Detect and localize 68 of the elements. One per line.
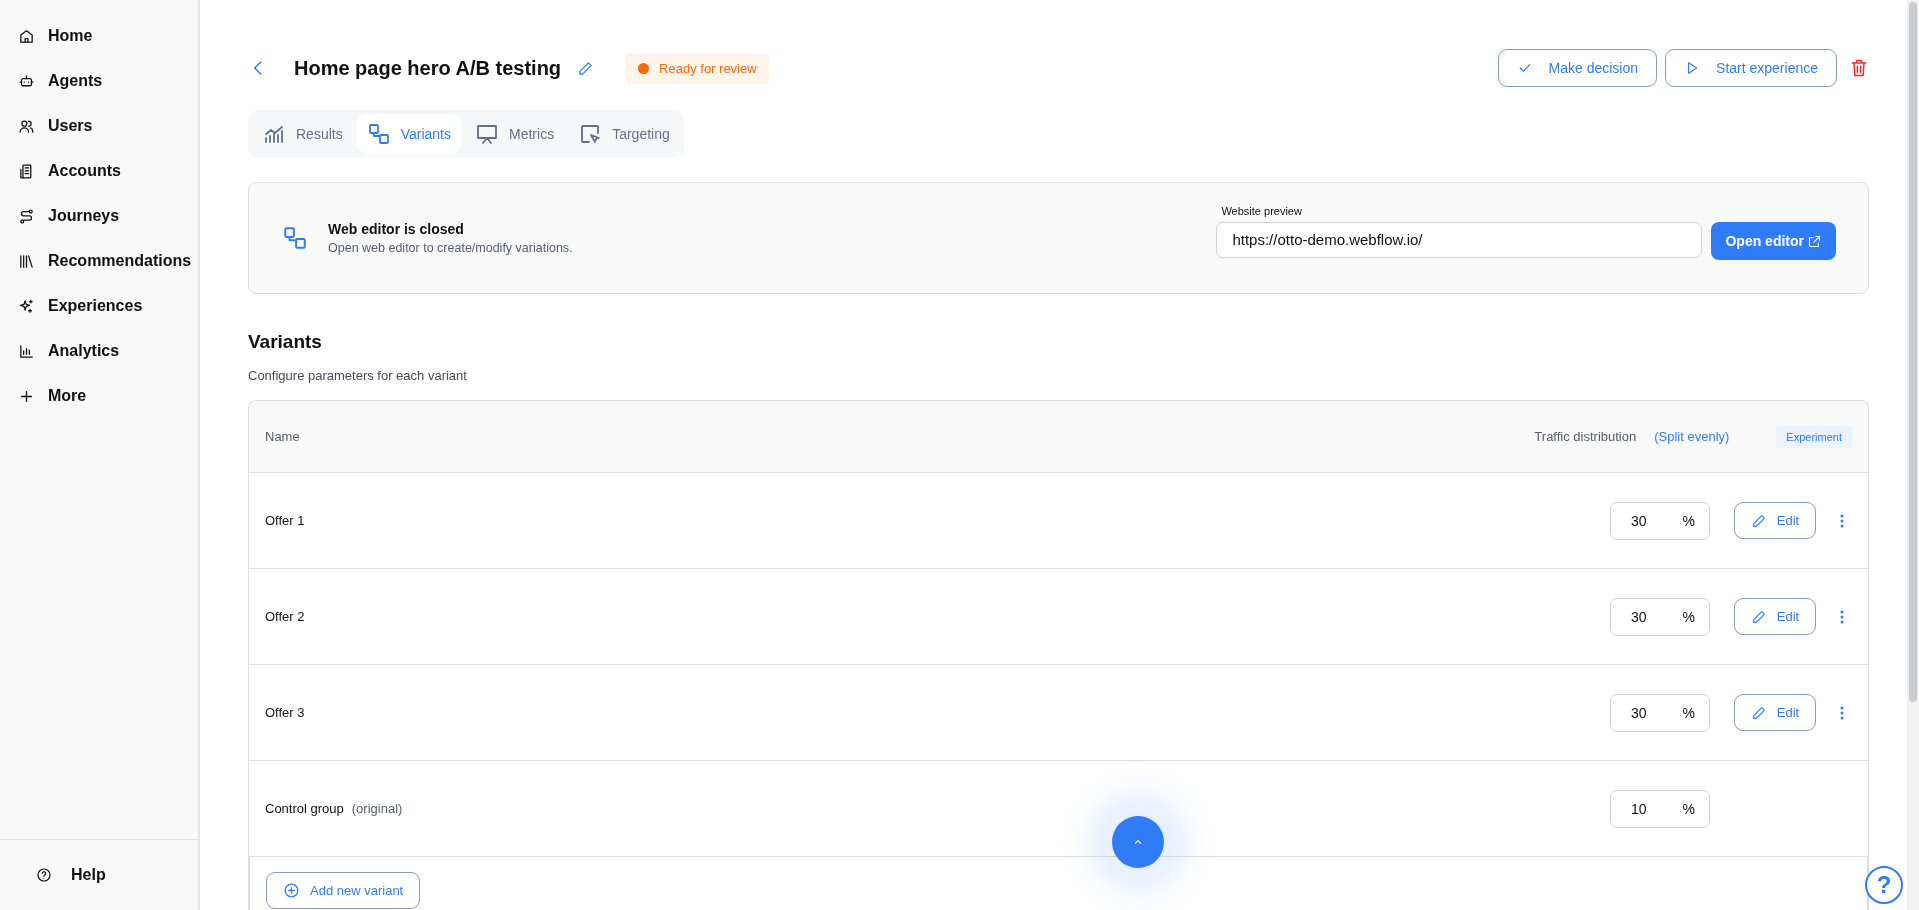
house-icon — [18, 27, 35, 45]
percent-field[interactable]: 30 % — [1610, 501, 1710, 540]
bar-chart-icon — [18, 342, 35, 360]
add-variant-button[interactable]: Add new variant — [266, 872, 421, 909]
editor-title: Web editor is closed — [328, 221, 465, 237]
presentation-icon — [475, 122, 499, 146]
percent-field[interactable]: 10 % — [1610, 789, 1710, 828]
column-header: Name — [265, 429, 300, 444]
help-button[interactable]: ? — [1865, 866, 1903, 904]
section-title: Variants — [248, 331, 323, 353]
sidebar-item[interactable]: Accounts — [14, 157, 198, 185]
action-button[interactable]: Make decision — [1497, 49, 1658, 87]
squares-icon — [282, 225, 308, 251]
tab[interactable]: Results — [252, 114, 353, 154]
status-label: Ready for review — [659, 60, 757, 76]
sidebar-item[interactable]: Recommendations — [14, 247, 198, 275]
page-title: Home page hero A/B testing — [294, 56, 562, 80]
route-icon — [18, 207, 35, 225]
pencil-icon — [1750, 512, 1767, 529]
url-field[interactable]: https://otto-demo.webflow.io/ — [1216, 221, 1703, 258]
sidebar-item[interactable]: Analytics — [14, 337, 198, 365]
section-subtitle: Configure parameters for each variant — [248, 368, 468, 383]
variant-note: (original) — [351, 801, 403, 816]
percent-field[interactable]: 30 % — [1610, 597, 1710, 636]
edit-button[interactable]: Edit — [1734, 598, 1816, 635]
open-editor-button[interactable]: Open editor — [1711, 222, 1836, 260]
delete-button[interactable] — [1849, 58, 1869, 78]
plus-circle-icon — [283, 882, 300, 899]
library-icon — [18, 252, 35, 270]
status-dot — [638, 62, 650, 74]
external-link-icon — [1807, 233, 1822, 249]
sidebar-item[interactable]: Agents — [14, 67, 198, 95]
rename-button[interactable] — [577, 59, 595, 77]
percent-field[interactable]: 30 % — [1610, 693, 1710, 732]
variant-name: Offer 1 — [265, 513, 305, 528]
pencil-icon — [1750, 704, 1767, 721]
sidebar-item[interactable]: Users — [14, 112, 198, 140]
pencil-icon — [577, 59, 595, 77]
sparkles-icon — [18, 297, 35, 315]
sidebar-item[interactable]: More — [14, 382, 198, 410]
variant-name: Control group — [265, 801, 344, 816]
kebab-menu-icon[interactable] — [1840, 609, 1844, 624]
variant-name: Offer 2 — [265, 609, 305, 624]
question-icon — [36, 867, 52, 883]
kebab-menu-icon[interactable] — [1840, 513, 1844, 528]
action-button[interactable]: Start experience — [1665, 49, 1837, 87]
scroll-up-button[interactable] — [1112, 816, 1164, 868]
pencil-icon — [1750, 608, 1767, 625]
edit-button[interactable]: Edit — [1734, 694, 1816, 731]
cursor-icon — [578, 122, 603, 146]
tab[interactable]: Variants — [356, 114, 461, 154]
scrollbar[interactable] — [1907, 0, 1919, 910]
sidebar-item[interactable]: Journeys — [14, 202, 198, 230]
preview-label: Website preview — [1221, 204, 1303, 217]
trash-icon — [1849, 58, 1869, 78]
sidebar-item[interactable]: Home — [14, 22, 198, 50]
column-header: Traffic distribution — [1534, 429, 1637, 444]
help-link[interactable]: Help — [36, 866, 198, 884]
edit-button[interactable]: Edit — [1734, 502, 1816, 539]
split-evenly-link[interactable]: (Split evenly) — [1654, 429, 1730, 444]
editor-subtitle: Open web editor to create/modify variations. — [328, 241, 573, 255]
tab[interactable]: Targeting — [568, 114, 680, 154]
experiment-badge: Experiment — [1776, 425, 1852, 448]
variant-name: Offer 3 — [265, 705, 305, 720]
kebab-menu-icon[interactable] — [1840, 705, 1844, 720]
sidebar-item[interactable]: Experiences — [14, 292, 198, 320]
squares-icon — [366, 122, 391, 146]
tab[interactable]: Metrics — [465, 114, 565, 154]
